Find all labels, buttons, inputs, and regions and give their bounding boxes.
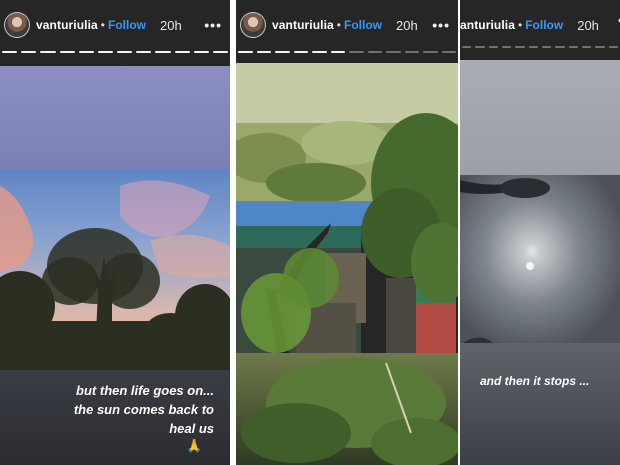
story-image <box>236 63 458 465</box>
story-caption: and then it stops ... <box>480 372 589 391</box>
progress-segment <box>330 51 345 53</box>
story-panel-3[interactable]: anturiulia • Follow 20h • <box>460 0 620 465</box>
story-header: vanturiulia • Follow 20h ••• <box>0 8 230 42</box>
progress-segment <box>275 51 290 53</box>
progress-segment <box>117 51 133 53</box>
progress-segment <box>515 46 525 48</box>
progress-bar <box>2 51 229 53</box>
caption-line: but then life goes on... <box>76 383 214 398</box>
story-caption: but then life goes on... the sun comes b… <box>74 381 214 438</box>
praying-hands-icon: 🙏 <box>186 438 203 453</box>
progress-segment <box>568 46 578 48</box>
username[interactable]: vanturiulia <box>36 18 98 32</box>
progress-segment <box>193 51 209 53</box>
progress-segment <box>40 51 56 53</box>
timestamp: 20h <box>395 17 418 33</box>
progress-segment <box>21 51 37 53</box>
more-options-icon[interactable]: ••• <box>432 17 450 33</box>
progress-segment <box>475 46 485 48</box>
progress-segment <box>404 51 419 53</box>
progress-segment <box>349 51 364 53</box>
caption-line: the sun comes back to <box>73 402 214 417</box>
story-panel-1[interactable]: vanturiulia • Follow 20h ••• but then li… <box>0 0 230 465</box>
username[interactable]: vanturiulia <box>272 18 334 32</box>
progress-segment <box>256 51 271 53</box>
follow-button[interactable]: Follow <box>525 18 563 32</box>
progress-segment <box>312 51 327 53</box>
progress-segment <box>2 51 18 53</box>
fallen-tree-photo <box>236 63 458 465</box>
avatar[interactable] <box>240 12 266 38</box>
progress-segment <box>293 51 308 53</box>
progress-segment <box>136 51 152 53</box>
progress-segment <box>386 51 401 53</box>
caption-line: heal us <box>169 421 214 436</box>
progress-segment <box>555 46 565 48</box>
separator-dot: • <box>100 18 105 32</box>
username[interactable]: anturiulia <box>460 18 515 32</box>
progress-segment <box>155 51 171 53</box>
progress-segment <box>367 51 382 53</box>
progress-segment <box>441 51 456 53</box>
story-image <box>460 60 620 465</box>
progress-segment <box>488 46 498 48</box>
progress-segment <box>212 51 229 53</box>
separator-dot: • <box>336 18 341 32</box>
timestamp: 20h <box>577 17 599 33</box>
story-panel-2[interactable]: vanturiulia • Follow 20h ••• <box>236 0 458 465</box>
more-options-icon[interactable]: ••• <box>204 17 222 33</box>
cloudy-sky-photo <box>460 60 620 465</box>
progress-segment <box>541 46 552 48</box>
separator-dot: • <box>518 18 523 32</box>
progress-segment <box>581 46 592 48</box>
progress-segment <box>528 46 538 48</box>
progress-segment <box>97 51 114 53</box>
progress-segment <box>59 51 75 53</box>
timestamp: 20h <box>159 17 182 33</box>
progress-segment <box>78 51 94 53</box>
progress-bar <box>462 46 618 48</box>
progress-segment <box>608 46 618 48</box>
progress-bar <box>238 51 456 53</box>
progress-segment <box>462 46 472 48</box>
story-header: vanturiulia • Follow 20h ••• <box>236 8 458 42</box>
progress-segment <box>595 46 605 48</box>
progress-segment <box>238 51 253 53</box>
progress-segment <box>501 46 512 48</box>
follow-button[interactable]: Follow <box>108 18 146 32</box>
progress-segment <box>423 51 438 53</box>
follow-button[interactable]: Follow <box>344 18 382 32</box>
avatar[interactable] <box>4 12 30 38</box>
progress-segment <box>174 51 190 53</box>
caption-line: and then it stops ... <box>480 374 590 388</box>
story-header: anturiulia • Follow 20h • <box>460 8 620 42</box>
